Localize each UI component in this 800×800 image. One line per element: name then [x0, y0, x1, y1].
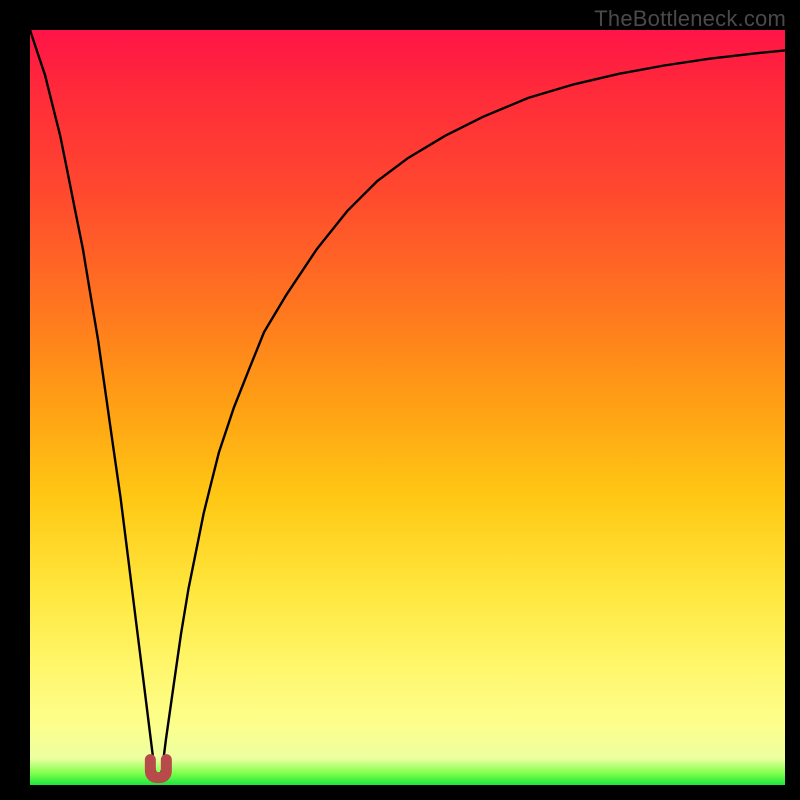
curve-layer: [30, 30, 785, 785]
plot-area: [30, 30, 785, 785]
watermark-text: TheBottleneck.com: [594, 6, 786, 32]
bottleneck-curve: [30, 30, 785, 781]
cusp-marker-icon: [150, 760, 166, 778]
chart-frame: TheBottleneck.com: [0, 0, 800, 800]
